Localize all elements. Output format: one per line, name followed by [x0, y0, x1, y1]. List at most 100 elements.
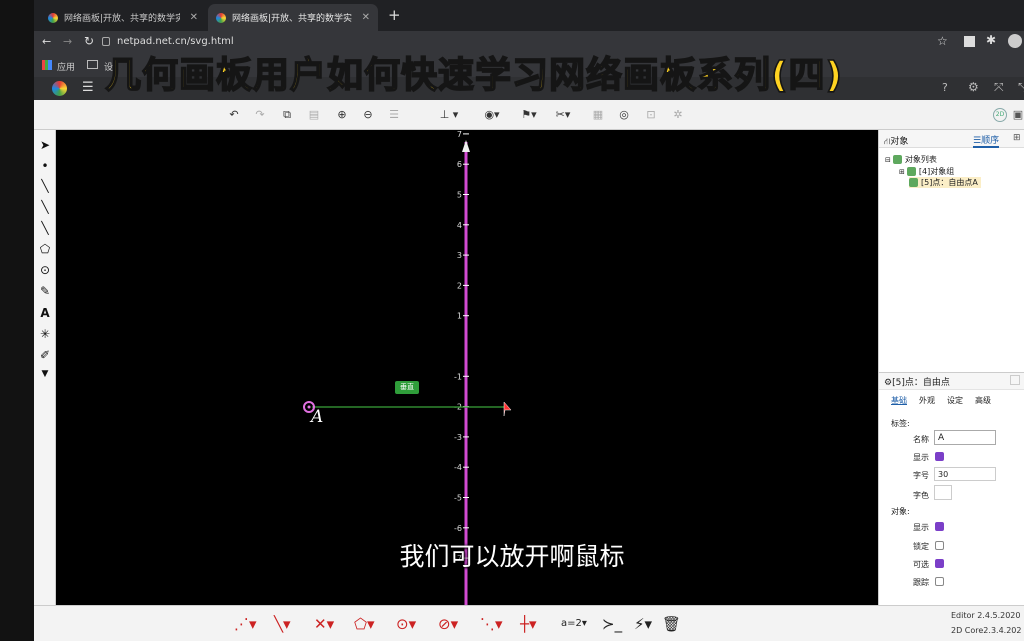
- paste-icon[interactable]: ▤: [306, 108, 322, 122]
- line-tool-icon[interactable]: ╲: [37, 220, 53, 236]
- tree-root-checkbox[interactable]: [892, 155, 902, 164]
- drawing-canvas[interactable]: 7 6 5 4 3 2 1 -1 -2 -3 -4 -5 -6 -7 A 垂直: [56, 130, 878, 605]
- command-menu-icon[interactable]: ≻_: [602, 616, 622, 632]
- font-color-label: 字色: [913, 491, 929, 500]
- show-label-checkbox[interactable]: [935, 452, 944, 461]
- ellipse-menu-icon[interactable]: ⊘▾: [438, 616, 458, 632]
- tree-item-group[interactable]: ⊞ [4]对象组: [899, 166, 954, 177]
- circle-menu-icon[interactable]: ⊙▾: [396, 616, 416, 632]
- perpendicular-tooltip: 垂直: [395, 381, 419, 394]
- axes-menu-icon[interactable]: ⊥ ▾: [434, 108, 464, 122]
- align-icon[interactable]: ☰: [386, 108, 402, 122]
- more-tools-icon[interactable]: ▼: [37, 366, 53, 382]
- prop-tab-basic[interactable]: 基础: [891, 395, 907, 406]
- clear-icon[interactable]: ⊡: [643, 108, 659, 122]
- puzzle-icon[interactable]: ✱: [986, 33, 996, 47]
- objects-tab[interactable]: ⛙对象: [884, 134, 908, 148]
- main-toolbar: ↶ ↷ ⧉ ▤ ⊕ ⊖ ☰ ⊥ ▾ ◉▾ ⚑▾ ✂▾ ▦ ◎ ⊡ ✲ 2D ▣: [34, 100, 1024, 130]
- segment-menu-icon[interactable]: ╲▾: [274, 616, 291, 632]
- order-tab[interactable]: ☰顺序: [973, 133, 1000, 148]
- undo-icon[interactable]: ↶: [226, 108, 242, 122]
- options-icon[interactable]: ✲: [670, 108, 686, 122]
- font-color-swatch[interactable]: [934, 485, 952, 500]
- collapse-icon[interactable]: ⊟: [885, 156, 891, 164]
- prop-tab-settings[interactable]: 设定: [947, 395, 963, 406]
- tree-item-group-label: [4]对象组: [918, 167, 955, 176]
- folder-icon: [87, 60, 98, 69]
- y-tick-label: -3: [454, 433, 462, 442]
- polygon-tool-icon[interactable]: ⬠: [37, 241, 53, 257]
- obj-trace-checkbox[interactable]: [935, 577, 944, 586]
- tree-item-point-checkbox[interactable]: [909, 178, 918, 187]
- text-tool-icon[interactable]: A: [37, 305, 53, 321]
- intersect-menu-icon[interactable]: ✕▾: [314, 616, 334, 632]
- tree-root[interactable]: ⊟ 对象列表: [885, 154, 937, 165]
- select-arrow-icon[interactable]: ➤: [37, 137, 53, 153]
- zoom-out-icon[interactable]: ⊖: [360, 108, 376, 122]
- profile-avatar[interactable]: [1008, 34, 1022, 48]
- forward-icon[interactable]: →: [63, 35, 72, 48]
- point-tool-icon[interactable]: •: [37, 158, 53, 174]
- expand-icon[interactable]: ⊞: [899, 168, 905, 176]
- close-tab-icon[interactable]: ✕: [190, 12, 198, 23]
- line-menu-icon[interactable]: ⋱▾: [480, 616, 503, 632]
- exit-fullscreen-icon[interactable]: ⤡: [1018, 80, 1024, 95]
- name-label: 名称: [913, 435, 929, 444]
- font-size-label: 字号: [913, 471, 929, 480]
- obj-show-checkbox[interactable]: [935, 522, 944, 531]
- prop-tab-advanced[interactable]: 高级: [975, 395, 991, 406]
- zoom-in-icon[interactable]: ⊕: [334, 108, 350, 122]
- netpad-logo-icon: [52, 81, 67, 96]
- circle-tool-icon[interactable]: ⊙: [37, 262, 53, 278]
- trash-icon[interactable]: 🗑: [662, 616, 681, 632]
- tree-item-group-checkbox[interactable]: [906, 167, 916, 176]
- browser-tab-1[interactable]: 网络画板|开放、共享的数学实验 ✕: [40, 4, 206, 31]
- transform-menu-icon[interactable]: ✂▾: [552, 108, 574, 122]
- name-input[interactable]: A: [934, 430, 996, 445]
- magic-wand-icon[interactable]: ✳: [37, 326, 53, 342]
- settings-icon[interactable]: ⚙: [968, 80, 979, 94]
- fullscreen-icon[interactable]: ⤧: [994, 80, 1004, 95]
- y-tick-label: 6: [457, 160, 462, 169]
- bookmark-star-icon[interactable]: ☆: [937, 34, 948, 48]
- font-size-input[interactable]: 30: [934, 467, 996, 481]
- point-a-label[interactable]: A: [309, 407, 323, 427]
- help-icon[interactable]: ?: [942, 81, 948, 94]
- core-version: 2D Core2.3.4.202: [951, 626, 1022, 635]
- redo-icon[interactable]: ↷: [252, 108, 268, 122]
- props-close-icon[interactable]: [1010, 375, 1020, 385]
- apps-grid-icon[interactable]: [42, 60, 52, 70]
- polygon-menu-icon[interactable]: ⬠▾: [354, 616, 375, 632]
- prop-tab-appearance[interactable]: 外观: [919, 395, 935, 406]
- flag-menu-icon[interactable]: ⚑▾: [518, 108, 540, 122]
- tree-item-point[interactable]: [5]点：自由点A: [909, 177, 981, 188]
- right-panel: ⛙对象 ☰顺序 ⊞ ⊟ 对象列表 ⊞ [4]对象组 [5]点：自由点A ⚙[5]点：…: [878, 130, 1024, 605]
- grid-toggle-icon[interactable]: ▦: [590, 108, 606, 122]
- reload-icon[interactable]: ↻: [84, 34, 94, 48]
- browser-tab-2-active[interactable]: 网络画板|开放、共享的数学实验 ✕: [208, 4, 378, 31]
- copy-icon[interactable]: ⧉: [279, 108, 295, 122]
- copy-board-icon[interactable]: ▣: [1010, 108, 1024, 122]
- label-section-heading: 标签:: [891, 419, 910, 428]
- find-icon[interactable]: ◎: [616, 108, 632, 122]
- points-tool-icon[interactable]: ⋰▾: [234, 616, 257, 632]
- visibility-menu-icon[interactable]: ◉▾: [479, 108, 505, 122]
- more-tab-icon[interactable]: ⊞: [1013, 133, 1021, 143]
- segment-tool-icon[interactable]: ╲: [37, 178, 53, 194]
- menu-icon[interactable]: ☰: [82, 80, 94, 95]
- bookmark-apps[interactable]: 应用: [57, 60, 75, 73]
- object-section-heading: 对象:: [891, 507, 910, 516]
- ray-tool-icon[interactable]: ╲: [37, 199, 53, 215]
- close-tab-icon[interactable]: ✕: [362, 12, 370, 23]
- 2d-mode-icon[interactable]: 2D: [993, 108, 1007, 122]
- new-tab-button[interactable]: +: [388, 6, 401, 24]
- formula-menu-icon[interactable]: a=2▾: [561, 616, 587, 632]
- obj-trace-label: 跟踪: [913, 578, 929, 587]
- extension-icon[interactable]: [964, 36, 975, 47]
- netpad-favicon-icon: [216, 12, 226, 23]
- edit-tool-icon[interactable]: ✐: [37, 347, 53, 363]
- pen-tool-icon[interactable]: ✎: [37, 283, 53, 299]
- wand-menu-icon[interactable]: ⚡▾: [634, 616, 652, 632]
- back-icon[interactable]: ←: [42, 35, 51, 48]
- axis-menu-icon[interactable]: ┼▾: [520, 616, 537, 632]
